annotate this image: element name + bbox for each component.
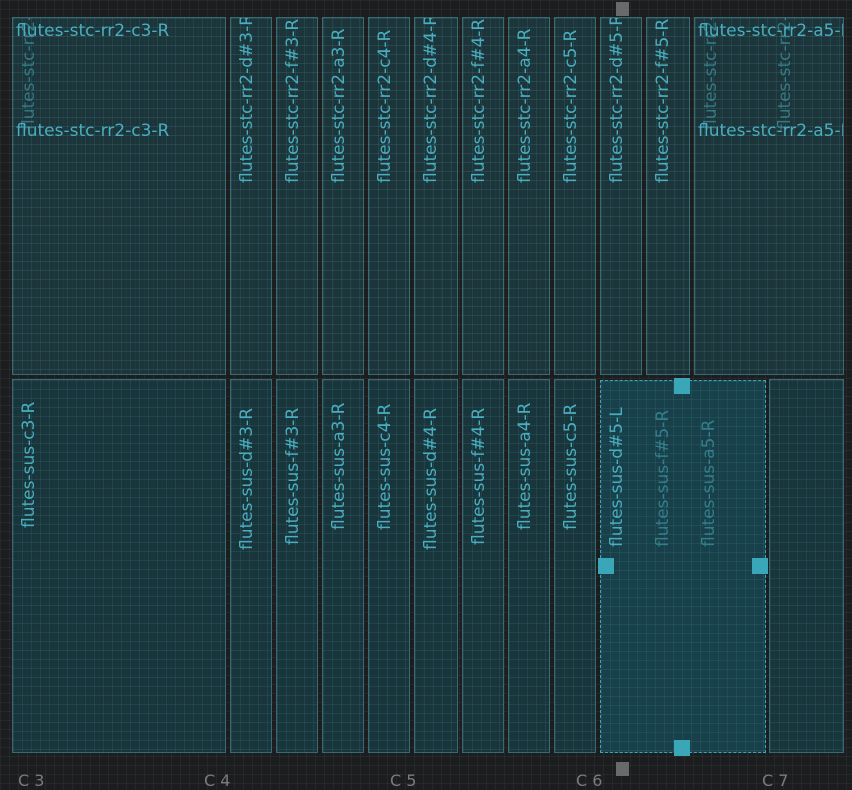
zone-stc-c4[interactable]: flutes-stc-rr2-c4-R <box>368 17 410 375</box>
zone-stc-a3[interactable]: flutes-stc-rr2-a3-R <box>322 17 364 375</box>
zone-label-vertical: flutes-stc-rr2-a5-R <box>701 17 721 130</box>
zone-sus-c5[interactable]: flutes-sus-c5-R <box>554 379 596 753</box>
zone-sus-d#4[interactable]: flutes-sus-d#4-R <box>414 379 458 753</box>
zone-stc-f#4[interactable]: flutes-stc-rr2-f#4-R <box>462 17 504 375</box>
zone-label: flutes-stc-rr2-d#5-R <box>607 17 627 183</box>
zone-label: flutes-stc-rr2-c4-R <box>375 29 395 183</box>
zone-stc-d#5[interactable]: flutes-stc-rr2-d#5-R <box>600 17 642 375</box>
axis-label-c6: C 6 <box>576 771 603 790</box>
resize-handle-left[interactable] <box>598 558 614 574</box>
resize-handle-top[interactable] <box>674 378 690 394</box>
axis-label-c3: C 3 <box>18 771 45 790</box>
zone-sus-f#3[interactable]: flutes-sus-f#3-R <box>276 379 318 753</box>
zone-label: flutes-sus-d#3-R <box>237 407 257 550</box>
zone-label: flutes-sus-f#4-R <box>469 407 489 545</box>
zone-sus-a3[interactable]: flutes-sus-a3-R <box>322 379 364 753</box>
zone-label-vertical: flutes-stc-rr2-c3-R <box>19 17 39 130</box>
scroll-marker-bottom[interactable] <box>616 762 629 776</box>
zone-label: flutes-stc-rr2-a3-R <box>329 28 349 183</box>
zone-sus-c6[interactable] <box>769 379 844 753</box>
zone-stc-f#5[interactable]: flutes-stc-rr2-f#5-R <box>646 17 690 375</box>
axis-label-c5: C 5 <box>390 771 417 790</box>
zone-stc-a5[interactable]: flutes-stc-rr2-a5-R flutes-stc-rr2-a5-R … <box>694 17 844 375</box>
zone-label: flutes-sus-f#3-R <box>283 407 303 545</box>
zone-stc-c5[interactable]: flutes-stc-rr2-c5-R <box>554 17 596 375</box>
zone-label: flutes-stc-rr2-d#4-R <box>421 17 441 183</box>
zone-sus-c4[interactable]: flutes-sus-c4-R <box>368 379 410 753</box>
zone-label: flutes-sus-a3-R <box>329 402 349 530</box>
zone-label: flutes-stc-rr2-f#5-R <box>653 18 673 183</box>
zone-label: flutes-stc-rr2-c5-R <box>561 29 581 183</box>
zone-stc-a4[interactable]: flutes-stc-rr2-a4-R <box>508 17 550 375</box>
zone-label: flutes-sus-d#4-R <box>421 407 441 550</box>
zone-sus-f#4[interactable]: flutes-sus-f#4-R <box>462 379 504 753</box>
zone-label: flutes-stc-rr2-a4-R <box>515 28 535 183</box>
zone-sus-d#3[interactable]: flutes-sus-d#3-R <box>230 379 272 753</box>
zone-label-rr: flutes-stc-rr2-c3-R <box>16 121 170 141</box>
resize-handle-right[interactable] <box>752 558 768 574</box>
zone-stc-c3[interactable]: flutes-stc-rr2-c3-R flutes-stc-rr2-c3-R … <box>12 17 226 375</box>
zone-label: flutes-stc-rr2-c3-R <box>16 21 170 41</box>
zone-sus-d#5-selected[interactable]: flutes-sus-d#5-L flutes-sus-f#5-R flutes… <box>600 380 766 753</box>
scroll-marker-top[interactable] <box>616 2 629 16</box>
zone-label-vertical-2: flutes-stc-rr2-a5-R <box>775 17 795 130</box>
zone-stc-f#3[interactable]: flutes-stc-rr2-f#3-R <box>276 17 318 375</box>
zone-label: flutes-sus-d#5-L <box>607 407 627 547</box>
zone-label: flutes-stc-rr2-f#3-R <box>283 18 303 183</box>
zone-sus-c3[interactable]: flutes-sus-c3-R <box>12 379 226 753</box>
zone-stc-d#3[interactable]: flutes-stc-rr2-d#3-R <box>230 17 272 375</box>
zone-stc-d#4[interactable]: flutes-stc-rr2-d#4-R <box>414 17 458 375</box>
resize-handle-bottom[interactable] <box>674 740 690 756</box>
zone-label: flutes-stc-rr2-d#3-R <box>237 17 257 183</box>
zone-label: flutes-sus-c3-R <box>19 401 39 528</box>
axis-label-c4: C 4 <box>204 771 231 790</box>
zone-label-overlap: flutes-sus-a5-R <box>699 419 719 547</box>
zone-label: flutes-sus-c5-R <box>561 403 581 530</box>
zone-sus-a4[interactable]: flutes-sus-a4-R <box>508 379 550 753</box>
axis-label-c7: C 7 <box>762 771 789 790</box>
zone-label: flutes-stc-rr2-f#4-R <box>469 18 489 183</box>
zone-label: flutes-sus-a4-R <box>515 402 535 530</box>
zone-label-overlap: flutes-sus-f#5-R <box>653 409 673 547</box>
zone-label: flutes-sus-c4-R <box>375 403 395 530</box>
mapping-canvas[interactable]: flutes-stc-rr2-c3-R flutes-stc-rr2-c3-R … <box>0 0 852 790</box>
